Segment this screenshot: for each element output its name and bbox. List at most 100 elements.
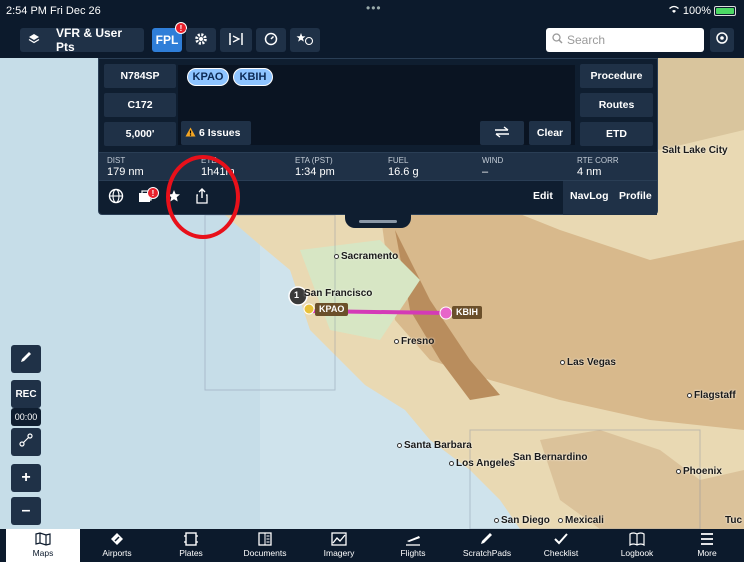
record-button[interactable]: REC: [11, 380, 41, 408]
search-placeholder: Search: [567, 33, 606, 47]
etd-button[interactable]: ETD: [580, 122, 653, 146]
map-city-label: Flagstaff: [687, 390, 736, 401]
instruments-button[interactable]: [220, 28, 252, 52]
panel-drag-handle[interactable]: [345, 214, 411, 228]
measure-button[interactable]: [11, 428, 41, 456]
logbook-icon: [629, 532, 645, 546]
search-field[interactable]: Search: [546, 28, 704, 52]
battery-percent: 100%: [682, 5, 711, 17]
status-battery: 100%: [668, 5, 736, 17]
tab-more[interactable]: More: [670, 529, 744, 562]
tab-scratchpads[interactable]: ScratchPads: [450, 529, 524, 562]
layers-button[interactable]: VFR & User Pts: [20, 26, 144, 54]
favorites-button[interactable]: [290, 28, 320, 52]
profile-tab[interactable]: Profile: [619, 190, 652, 202]
map-city-label: Mexicali: [558, 515, 604, 526]
airport-icon: [111, 533, 123, 545]
warning-icon: [185, 127, 196, 140]
zoom-out-button[interactable]: –: [11, 497, 41, 525]
clear-route-button[interactable]: Clear: [529, 121, 571, 145]
tab-label: Logbook: [620, 548, 654, 558]
map-city-label: San Diego: [494, 515, 550, 526]
layers-button-label: VFR & User Pts: [56, 26, 123, 54]
map-city-label: Tuc: [725, 515, 743, 526]
waypoint-chip[interactable]: KPAO: [187, 68, 229, 86]
battery-icon: [714, 6, 736, 16]
tail-number-button[interactable]: N784SP: [104, 64, 176, 88]
globe-button[interactable]: [107, 188, 125, 207]
tab-label: Maps: [32, 548, 54, 558]
procedure-button[interactable]: Procedure: [580, 64, 653, 88]
map-city-label: San Francisco: [304, 288, 373, 299]
tab-documents[interactable]: Documents: [228, 529, 302, 562]
stat-fuel: FUEL 16.6 g: [388, 156, 419, 178]
issues-label: 6 Issues: [199, 127, 241, 139]
status-time: 2:54 PM Fri Dec 26: [6, 5, 101, 17]
edit-tab[interactable]: Edit: [533, 190, 553, 202]
map-city-label: San Bernardino: [513, 452, 588, 463]
tab-label: ScratchPads: [462, 548, 512, 558]
routes-button[interactable]: Routes: [580, 93, 653, 117]
tab-plates[interactable]: Plates: [154, 529, 228, 562]
swap-arrows-icon: [493, 125, 511, 141]
ruler-path-icon: [19, 432, 33, 452]
briefing-alert-badge: !: [147, 187, 159, 199]
map-icon: [35, 532, 51, 546]
draw-button[interactable]: [11, 345, 41, 373]
pen-icon: [481, 533, 492, 544]
app-window: Sacramento San Francisco Fresno Las Vega…: [0, 0, 744, 562]
target-icon: [715, 31, 729, 50]
tab-label: Imagery: [323, 548, 355, 558]
tab-label: Plates: [179, 548, 203, 558]
timer-button[interactable]: [256, 28, 286, 52]
record-timer: 00:00: [11, 408, 41, 426]
stat-dist: DIST 179 nm: [107, 156, 144, 178]
issues-button[interactable]: 6 Issues: [181, 121, 251, 145]
tab-logbook[interactable]: Logbook: [600, 529, 674, 562]
locate-button[interactable]: [710, 28, 734, 52]
fpl-button-label: FPL: [155, 33, 179, 47]
tab-maps[interactable]: Maps: [6, 529, 80, 562]
layers-icon: [28, 33, 40, 48]
waypoint-chip[interactable]: KBIH: [233, 68, 273, 86]
highlight-annotation: [166, 155, 240, 239]
hamburger-icon: [701, 533, 713, 545]
stat-wind: WIND –: [482, 156, 504, 178]
gear-icon: [194, 32, 208, 49]
aircraft-type-button[interactable]: C172: [104, 93, 176, 117]
route-destination-label[interactable]: KBIH: [452, 306, 482, 319]
waypoint-number-marker: 1: [294, 290, 300, 300]
tab-imagery[interactable]: Imagery: [302, 529, 376, 562]
settings-button[interactable]: [186, 28, 216, 52]
tab-airports[interactable]: Airports: [80, 529, 154, 562]
imagery-icon: [331, 532, 347, 546]
map-toolbar: VFR & User Pts FPL ! Search: [0, 22, 744, 58]
tab-label: Documents: [243, 548, 287, 558]
map-city-label: Las Vegas: [560, 357, 616, 368]
map-city-label: Santa Barbara: [397, 440, 472, 451]
tab-label: Checklist: [543, 548, 579, 558]
altitude-button[interactable]: 5,000': [104, 122, 176, 146]
route-origin-label[interactable]: KPAO: [315, 303, 349, 316]
map-city-label: Phoenix: [676, 466, 722, 477]
instrument-panel-icon: [228, 32, 244, 49]
reverse-route-button[interactable]: [480, 121, 524, 145]
tab-checklist[interactable]: Checklist: [524, 529, 598, 562]
plate-icon: [184, 532, 198, 546]
navlog-tab[interactable]: NavLog: [570, 190, 609, 202]
stat-route-correction: RTE CORR 4 nm: [577, 156, 619, 178]
checkmark-icon: [554, 533, 568, 545]
search-icon: [552, 33, 563, 47]
zoom-in-button[interactable]: +: [11, 464, 41, 492]
ios-status-bar: 2:54 PM Fri Dec 26 ••• 100%: [0, 0, 744, 22]
map-city-label: Los Angeles: [449, 458, 515, 469]
map-city-label: Sacramento: [334, 251, 398, 262]
tab-label: More: [697, 548, 717, 558]
stopwatch-icon: [264, 32, 278, 49]
bottom-tab-bar: Maps Airports Plates Documents Imagery F…: [0, 529, 744, 562]
flights-icon: [406, 536, 420, 546]
tab-flights[interactable]: Flights: [376, 529, 450, 562]
pencil-icon: [19, 350, 33, 369]
multitask-dots[interactable]: •••: [366, 1, 382, 15]
star-clock-icon: [296, 32, 314, 49]
